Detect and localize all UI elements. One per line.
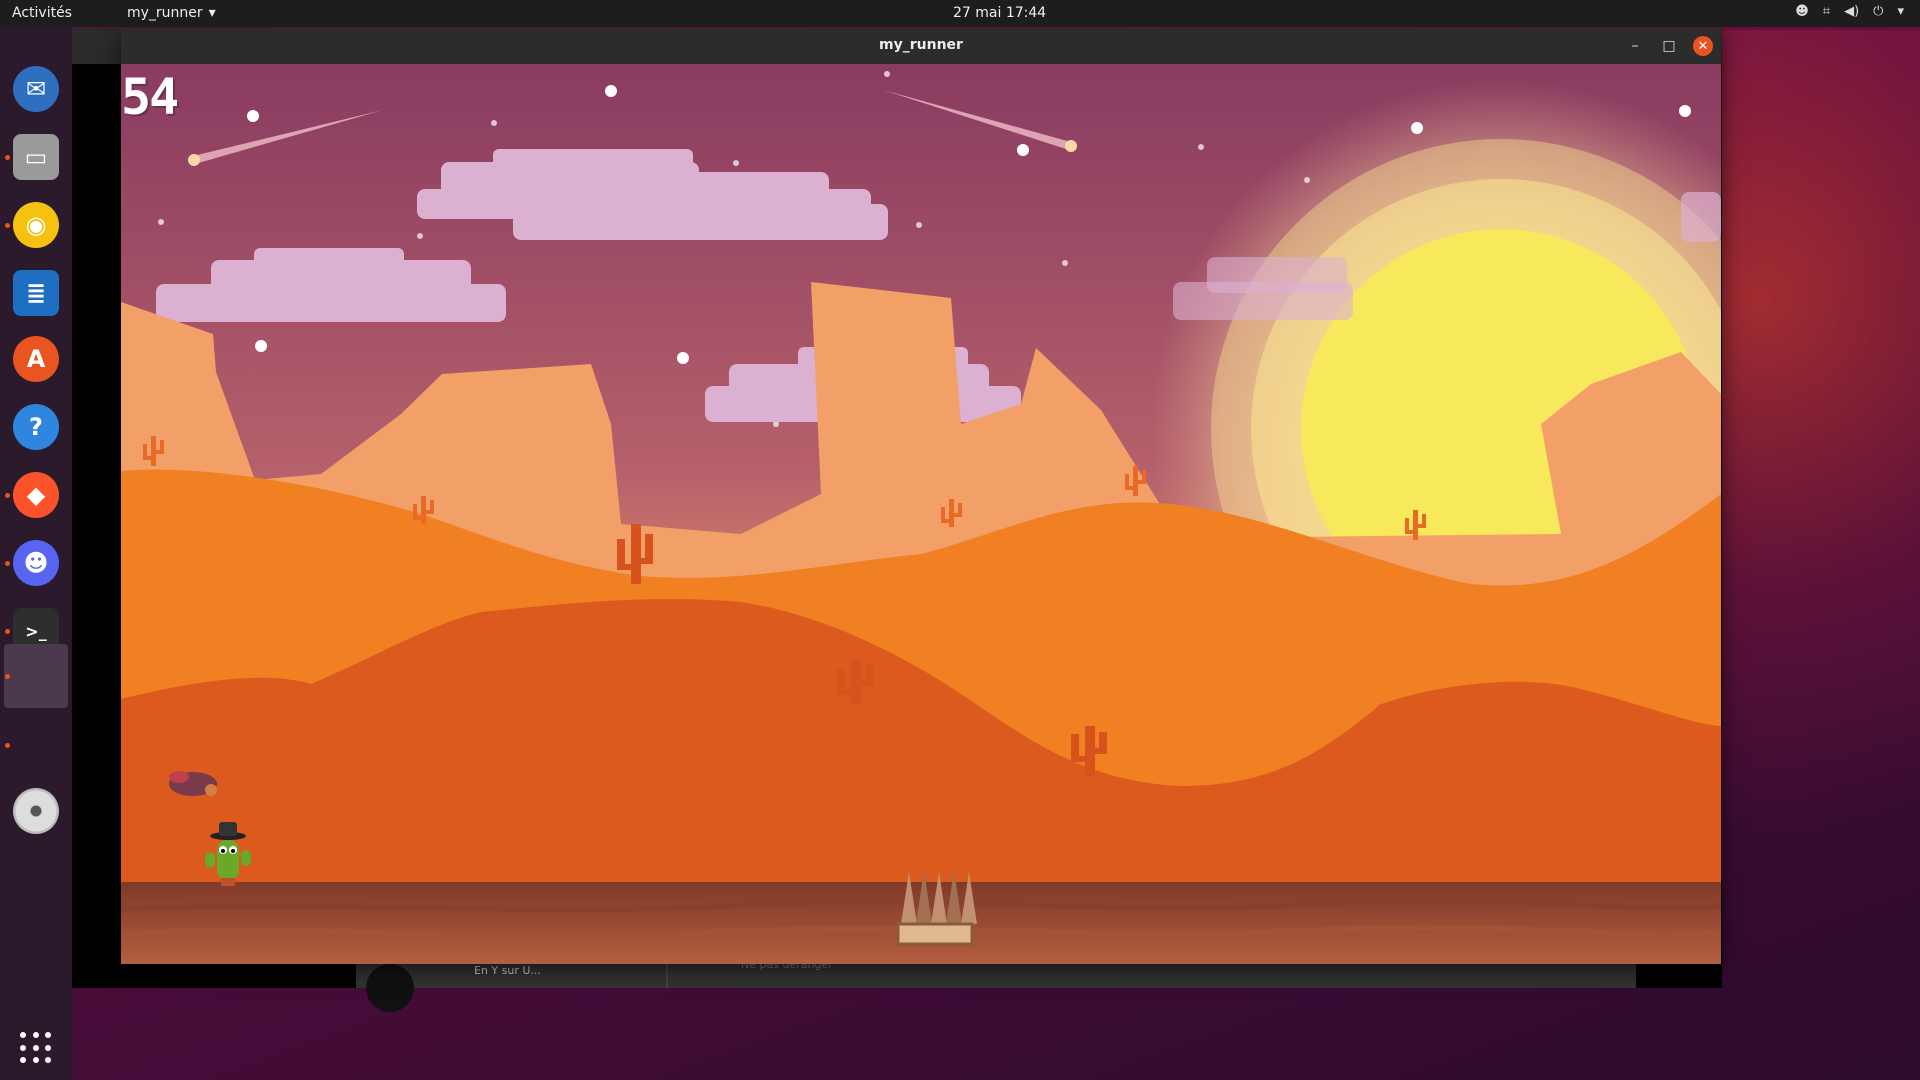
background-window-text: En Y sur U... xyxy=(474,964,541,977)
app-menu-label: my_runner xyxy=(127,5,203,21)
dock: ✉ ▭ ◉ ≣ A? ◆ ☻ >_ xyxy=(0,27,72,1080)
avatar xyxy=(366,964,414,1012)
dock-item-software[interactable]: A xyxy=(10,333,62,385)
dvd-drive-icon[interactable] xyxy=(10,785,62,837)
brave-icon: ◆ xyxy=(13,472,59,518)
dock-item-discord[interactable]: ☻ xyxy=(10,537,62,589)
activities-button[interactable]: Activités xyxy=(12,5,72,21)
close-button[interactable]: ✕ xyxy=(1693,36,1713,56)
running-indicator xyxy=(5,743,10,748)
minimize-button[interactable]: – xyxy=(1625,36,1645,56)
power-icon: ⏻ xyxy=(1873,4,1884,19)
running-indicator xyxy=(5,493,10,498)
files-icon: ▭ xyxy=(13,134,59,180)
chevron-down-icon: ▾ xyxy=(1897,4,1904,19)
volume-icon: ◀) xyxy=(1844,4,1860,19)
window-titlebar[interactable]: my_runner – □ ✕ xyxy=(121,28,1721,64)
rhythmbox-icon: ◉ xyxy=(13,202,59,248)
writer-icon: ≣ xyxy=(13,270,59,316)
app-menu[interactable]: my_runner ▾ xyxy=(127,5,216,21)
dock-item-writer[interactable]: ≣ xyxy=(10,267,62,319)
discord-tray-icon[interactable]: ☻ xyxy=(1795,4,1809,19)
game-scene xyxy=(121,64,1721,964)
network-icon: ⌗ xyxy=(1822,4,1831,19)
clock[interactable]: 27 mai 17:44 xyxy=(953,5,1046,21)
window-title: my_runner xyxy=(879,37,963,53)
dock-item-active-window[interactable] xyxy=(4,644,68,708)
score-counter: 54 xyxy=(121,68,179,126)
chevron-down-icon: ▾ xyxy=(208,5,216,21)
software-icon: A xyxy=(13,336,59,382)
running-indicator xyxy=(5,674,10,679)
game-canvas[interactable]: 54 xyxy=(121,64,1721,964)
maximize-button[interactable]: □ xyxy=(1659,36,1679,56)
dock-item-thunderbird[interactable]: ✉ xyxy=(10,63,62,115)
help-icon: ? xyxy=(13,404,59,450)
thunderbird-icon: ✉ xyxy=(13,66,59,112)
dock-item-brave[interactable]: ◆ xyxy=(10,469,62,521)
game-window[interactable]: my_runner – □ ✕ 54 xyxy=(121,28,1721,964)
show-applications-icon[interactable] xyxy=(20,1032,52,1064)
system-tray[interactable]: ☻ ⌗ ◀) ⏻ ▾ xyxy=(1795,4,1904,19)
discord-icon: ☻ xyxy=(13,540,59,586)
running-indicator xyxy=(5,155,10,160)
dock-item-files[interactable]: ▭ xyxy=(10,131,62,183)
running-indicator xyxy=(5,223,10,228)
top-bar: Activités my_runner ▾ 27 mai 17:44 ☻ ⌗ ◀… xyxy=(0,0,1920,27)
running-indicator xyxy=(5,629,10,634)
dock-item-rhythmbox[interactable]: ◉ xyxy=(10,199,62,251)
dock-item-help[interactable]: ? xyxy=(10,401,62,453)
running-indicator xyxy=(5,561,10,566)
